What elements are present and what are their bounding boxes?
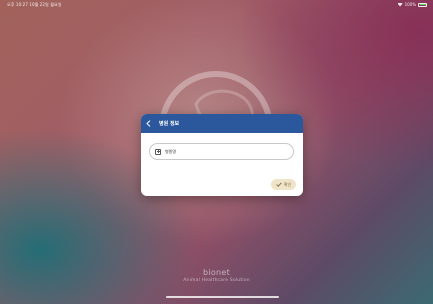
hospital-name-value: 병원명	[165, 148, 177, 154]
hospital-icon	[155, 148, 161, 155]
status-time-date: 오후 10:27 10월 22일 월요일	[7, 2, 62, 7]
brand-block: bionet Animal Healthcare Solution	[0, 268, 433, 283]
battery-percent: 100%	[404, 2, 416, 7]
status-bar: 오후 10:27 10월 22일 월요일 100%	[0, 0, 433, 9]
check-icon	[276, 182, 282, 187]
dialog-header: 병원 정보	[141, 114, 303, 133]
brand-name: bionet	[202, 268, 231, 277]
dialog-body: 병원명 확인	[141, 133, 303, 196]
dialog-title: 병원 정보	[159, 121, 180, 127]
chevron-left-icon	[146, 120, 151, 127]
battery-fill	[419, 4, 426, 5]
confirm-label: 확인	[283, 181, 292, 187]
wifi-icon	[397, 2, 403, 7]
hospital-info-dialog: 병원 정보 병원명 확인	[141, 114, 303, 196]
home-indicator[interactable]	[166, 296, 279, 298]
confirm-button[interactable]: 확인	[271, 179, 296, 190]
hospital-name-field[interactable]: 병원명	[149, 143, 294, 160]
battery-icon	[418, 2, 427, 7]
status-indicators: 100%	[397, 2, 427, 7]
back-button[interactable]	[141, 114, 156, 133]
app-screen: 오후 10:27 10월 22일 월요일 100% 병원 정보 병원명 확인 b…	[0, 0, 433, 304]
brand-tagline: Animal Healthcare Solution	[183, 278, 250, 283]
